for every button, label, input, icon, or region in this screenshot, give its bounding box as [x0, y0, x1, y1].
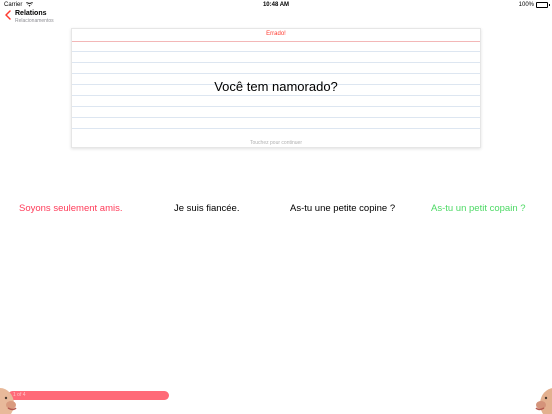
- page-subtitle: Relacionamentos: [15, 18, 54, 24]
- back-button[interactable]: [4, 10, 14, 20]
- answer-feedback: Errado!: [266, 31, 286, 37]
- question-card[interactable]: Errado! Você tem namorado? Touchez pour …: [71, 28, 481, 148]
- page-title: Relations: [15, 10, 47, 17]
- battery-icon: [536, 2, 550, 8]
- battery-percent: 100%: [518, 2, 534, 8]
- answer-option-1[interactable]: Soyons seulement amis.: [19, 202, 123, 216]
- card-margin-line: [72, 41, 480, 42]
- navigation-bar: Relations Relacionamentos: [0, 8, 200, 26]
- progress-bar: 1 of 4: [8, 391, 169, 400]
- answer-choices: Soyons seulement amis. Je suis fiancée. …: [0, 202, 552, 218]
- answer-option-3[interactable]: As-tu une petite copine ?: [290, 202, 395, 216]
- continue-hint: Touchez pour continuer: [250, 140, 302, 146]
- speaker-left-avatar: [0, 388, 17, 414]
- answer-option-4[interactable]: As-tu un petit copain ?: [431, 202, 526, 216]
- question-text: Você tem namorado?: [214, 79, 338, 94]
- speaker-right-avatar: [535, 388, 552, 414]
- chevron-left-icon: [5, 10, 11, 20]
- answer-option-2[interactable]: Je suis fiancée.: [174, 202, 239, 216]
